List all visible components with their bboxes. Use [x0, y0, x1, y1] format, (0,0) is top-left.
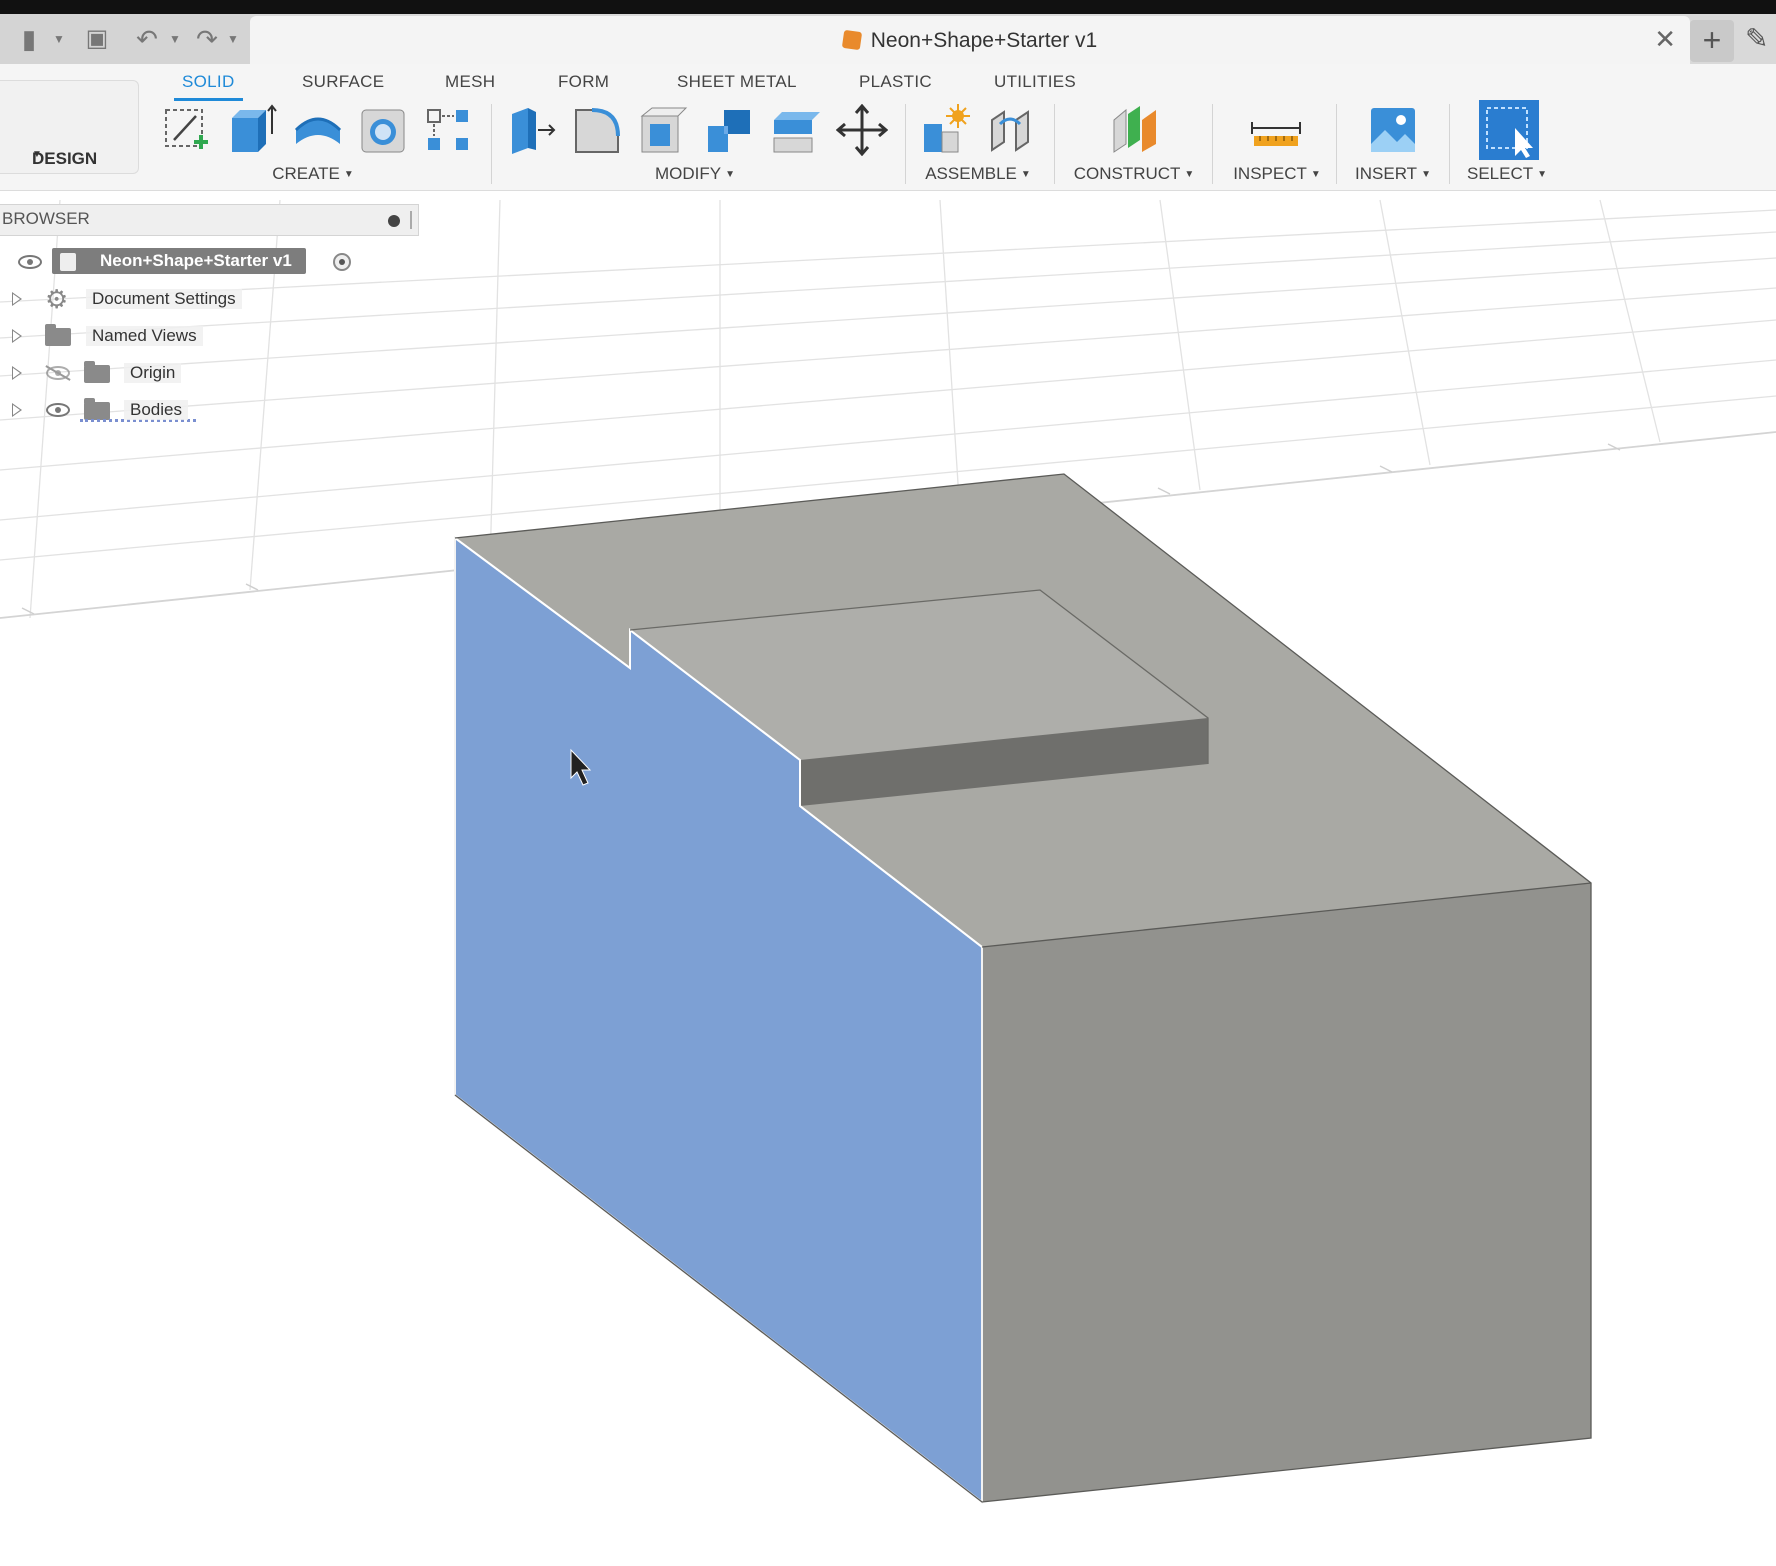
tree-item-bodies[interactable]: Bodies [0, 395, 260, 425]
workspace-dropdown[interactable]: DESIGN ▼ [0, 80, 139, 174]
inspect-group-dropdown[interactable]: INSPECT ▼ [1233, 164, 1321, 184]
folder-icon [45, 324, 71, 346]
ribbon-separator [905, 104, 906, 184]
tree-item-label: Document Settings [86, 289, 242, 309]
tree-item-document-settings[interactable]: ⚙ Document Settings [0, 284, 260, 314]
construct-group-dropdown[interactable]: CONSTRUCT ▼ [1074, 164, 1195, 184]
combine-icon[interactable] [704, 104, 756, 156]
new-tab-button[interactable]: + [1690, 20, 1734, 62]
tab-utilities[interactable]: UTILITIES [994, 72, 1076, 92]
new-component-icon[interactable] [920, 104, 972, 156]
document-title-text: Neon+Shape+Starter v1 [870, 29, 1098, 52]
activate-radio-icon[interactable] [333, 253, 351, 271]
modify-chevron-icon: ▼ [725, 169, 736, 180]
inspect-chevron-icon: ▼ [1310, 169, 1321, 180]
undo-icon[interactable]: ↶ [132, 24, 162, 54]
tab-plastic[interactable]: PLASTIC [859, 72, 932, 92]
document-tab-title: Neon+Shape+Starter v1 [250, 29, 1690, 53]
tab-solid[interactable]: SOLID [174, 72, 242, 101]
insert-image-icon[interactable] [1367, 104, 1419, 156]
tab-sheet-metal[interactable]: SHEET METAL [677, 72, 797, 92]
create-group-dropdown[interactable]: CREATE ▼ [272, 164, 354, 184]
select-chevron-icon: ▼ [1537, 169, 1548, 180]
tree-item-named-views[interactable]: Named Views [0, 321, 260, 351]
ribbon-separator [1212, 104, 1213, 184]
tab-surface[interactable]: SURFACE [302, 72, 384, 92]
assemble-group-dropdown[interactable]: ASSEMBLE ▼ [925, 164, 1031, 184]
ribbon-separator [491, 104, 492, 184]
revolve-icon[interactable] [292, 104, 344, 156]
folder-icon [84, 398, 110, 420]
pattern-icon[interactable] [424, 104, 476, 156]
undo-dropdown-chevron-icon[interactable]: ▼ [160, 24, 190, 54]
tree-item-root[interactable]: Neon+Shape+Starter v1 [0, 247, 360, 277]
insert-group-dropdown[interactable]: INSERT ▼ [1355, 164, 1431, 184]
visibility-eye-icon[interactable] [46, 403, 70, 417]
assemble-group-label: ASSEMBLE [925, 164, 1017, 183]
tab-form[interactable]: FORM [558, 72, 609, 92]
close-tab-icon[interactable]: ✕ [1654, 24, 1676, 55]
quick-access-toolbar: ▮ ▼ ▣ ↶ ▼ ↷ ▼ [0, 14, 250, 64]
joint-icon[interactable] [986, 104, 1038, 156]
folder-icon [84, 361, 110, 383]
construct-plane-icon[interactable] [1110, 104, 1162, 156]
tab-mesh[interactable]: MESH [445, 72, 495, 92]
tree-item-label: Origin [124, 363, 182, 383]
tree-item-origin[interactable]: Origin [0, 358, 260, 388]
document-tab[interactable]: Neon+Shape+Starter v1 ✕ [250, 16, 1690, 66]
ribbon-separator [1336, 104, 1337, 184]
select-icon[interactable] [1479, 100, 1539, 160]
modify-group-label: MODIFY [654, 164, 722, 183]
file-dropdown-chevron-icon[interactable]: ▼ [44, 24, 74, 54]
assemble-chevron-icon: ▼ [1020, 169, 1031, 180]
window-top-strip [0, 0, 1776, 14]
expand-chevron-icon[interactable] [12, 366, 22, 380]
tree-item-label: Bodies [124, 400, 188, 420]
select-group-dropdown[interactable]: SELECT ▼ [1467, 164, 1547, 184]
gear-icon: ⚙ [45, 284, 69, 314]
insert-chevron-icon: ▼ [1421, 169, 1431, 180]
model-front-face[interactable] [982, 883, 1591, 1502]
construct-chevron-icon: ▼ [1184, 169, 1195, 180]
tree-item-label: Named Views [86, 326, 203, 346]
construct-group-label: CONSTRUCT [1073, 164, 1181, 183]
hole-icon[interactable] [358, 104, 410, 156]
canvas-viewport[interactable] [0, 191, 1776, 1566]
expand-chevron-icon[interactable] [12, 403, 22, 417]
ribbon-separator [1054, 104, 1055, 184]
model-body[interactable] [454, 473, 1592, 1505]
component-icon [60, 253, 76, 271]
press-pull-icon[interactable] [506, 104, 558, 156]
browser-pin-icon[interactable] [410, 211, 412, 229]
move-copy-icon[interactable] [836, 104, 888, 156]
extrude-icon[interactable] [226, 104, 278, 156]
create-chevron-icon: ▼ [343, 169, 354, 180]
replace-face-icon[interactable] [770, 104, 822, 156]
redo-dropdown-chevron-icon[interactable]: ▼ [218, 24, 248, 54]
measure-icon[interactable] [1250, 104, 1302, 156]
create-sketch-icon[interactable] [160, 104, 212, 156]
create-group-label: CREATE [272, 164, 340, 183]
tree-item-root-label: Neon+Shape+Starter v1 [52, 248, 306, 274]
ribbon-toolbar: SOLID SURFACE MESH FORM SHEET METAL PLAS… [0, 64, 1776, 191]
inspect-group-label: INSPECT [1233, 164, 1307, 183]
ribbon-separator [1449, 104, 1450, 184]
browser-title: BROWSER [2, 209, 90, 228]
workspace-chevron-icon: ▼ [32, 149, 42, 160]
insert-group-label: INSERT [1355, 164, 1418, 183]
visibility-eye-icon[interactable] [18, 255, 42, 269]
file-icon[interactable]: ▮ [14, 24, 44, 54]
modify-group-dropdown[interactable]: MODIFY ▼ [655, 164, 735, 184]
save-icon[interactable]: ▣ [82, 24, 112, 54]
expand-chevron-icon[interactable] [12, 329, 22, 343]
browser-panel-header: BROWSER [0, 204, 419, 236]
select-group-label: SELECT [1466, 164, 1534, 183]
edit-icon[interactable]: ✎ [1745, 22, 1768, 55]
browser-minimize-icon[interactable] [388, 215, 400, 227]
expand-chevron-icon[interactable] [12, 292, 22, 306]
fillet-icon[interactable] [572, 104, 624, 156]
shell-icon[interactable] [638, 104, 690, 156]
document-cube-icon [841, 29, 862, 51]
